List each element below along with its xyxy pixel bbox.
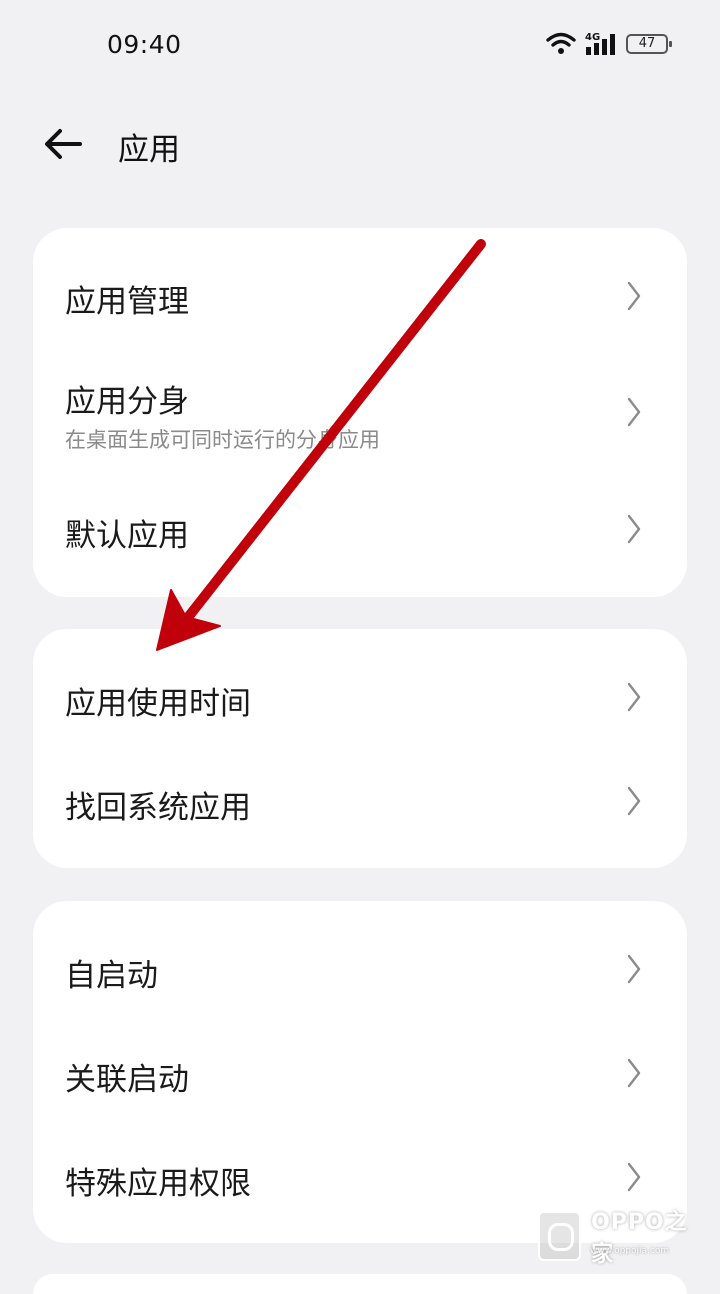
row-app-usage-time[interactable]: 应用使用时间 — [33, 629, 687, 749]
row-label: 应用分身 — [65, 384, 189, 420]
row-label: 默认应用 — [65, 518, 189, 554]
next-card-edge — [33, 1274, 687, 1294]
row-subtitle: 在桌面生成可同时运行的分身应用 — [65, 428, 380, 452]
chevron-right-icon — [627, 514, 641, 544]
row-auto-start[interactable]: 自启动 — [33, 901, 687, 1021]
row-label: 应用使用时间 — [65, 686, 251, 722]
app-bar: 应用 — [0, 110, 720, 180]
chevron-right-icon — [627, 397, 641, 427]
arrow-left-icon — [45, 129, 82, 159]
status-time: 09:40 — [107, 30, 182, 59]
settings-group-3: 自启动 关联启动 特殊应用权限 — [33, 901, 687, 1243]
row-label: 找回系统应用 — [65, 790, 251, 826]
row-restore-system-apps[interactable]: 找回系统应用 — [33, 749, 687, 868]
site-watermark: OPPO之家 www.oppojia.com — [538, 1208, 708, 1267]
wifi-icon — [546, 32, 576, 54]
network-label: 4G — [585, 32, 600, 43]
row-app-management[interactable]: 应用管理 — [33, 228, 687, 368]
row-label: 特殊应用权限 — [65, 1166, 251, 1202]
chevron-right-icon — [627, 682, 641, 712]
row-default-apps[interactable]: 默认应用 — [33, 478, 687, 597]
settings-group-1: 应用管理 应用分身 在桌面生成可同时运行的分身应用 默认应用 — [33, 228, 687, 597]
row-label: 应用管理 — [65, 284, 189, 320]
watermark-text: OPPO之家 — [591, 1210, 688, 1267]
page-title: 应用 — [118, 132, 180, 168]
chevron-right-icon — [627, 954, 641, 984]
settings-group-2: 应用使用时间 找回系统应用 — [33, 629, 687, 868]
status-bar: 09:40 4G 47 — [0, 0, 720, 90]
signal-icon: 4G — [585, 32, 615, 55]
oppo-house-logo-icon — [538, 1211, 582, 1261]
row-app-clone[interactable]: 应用分身 在桌面生成可同时运行的分身应用 — [33, 368, 687, 478]
row-label: 自启动 — [65, 958, 158, 994]
chevron-right-icon — [627, 281, 641, 311]
back-button[interactable] — [40, 126, 88, 162]
row-associated-start[interactable]: 关联启动 — [33, 1021, 687, 1125]
chevron-right-icon — [627, 1162, 641, 1192]
chevron-right-icon — [627, 1058, 641, 1088]
battery-icon: 47 — [626, 34, 672, 54]
battery-level: 47 — [638, 36, 656, 51]
chevron-right-icon — [627, 786, 641, 816]
status-icons: 4G 47 — [546, 31, 672, 57]
watermark-url: www.oppojia.com — [590, 1246, 670, 1256]
row-label: 关联启动 — [65, 1062, 189, 1098]
